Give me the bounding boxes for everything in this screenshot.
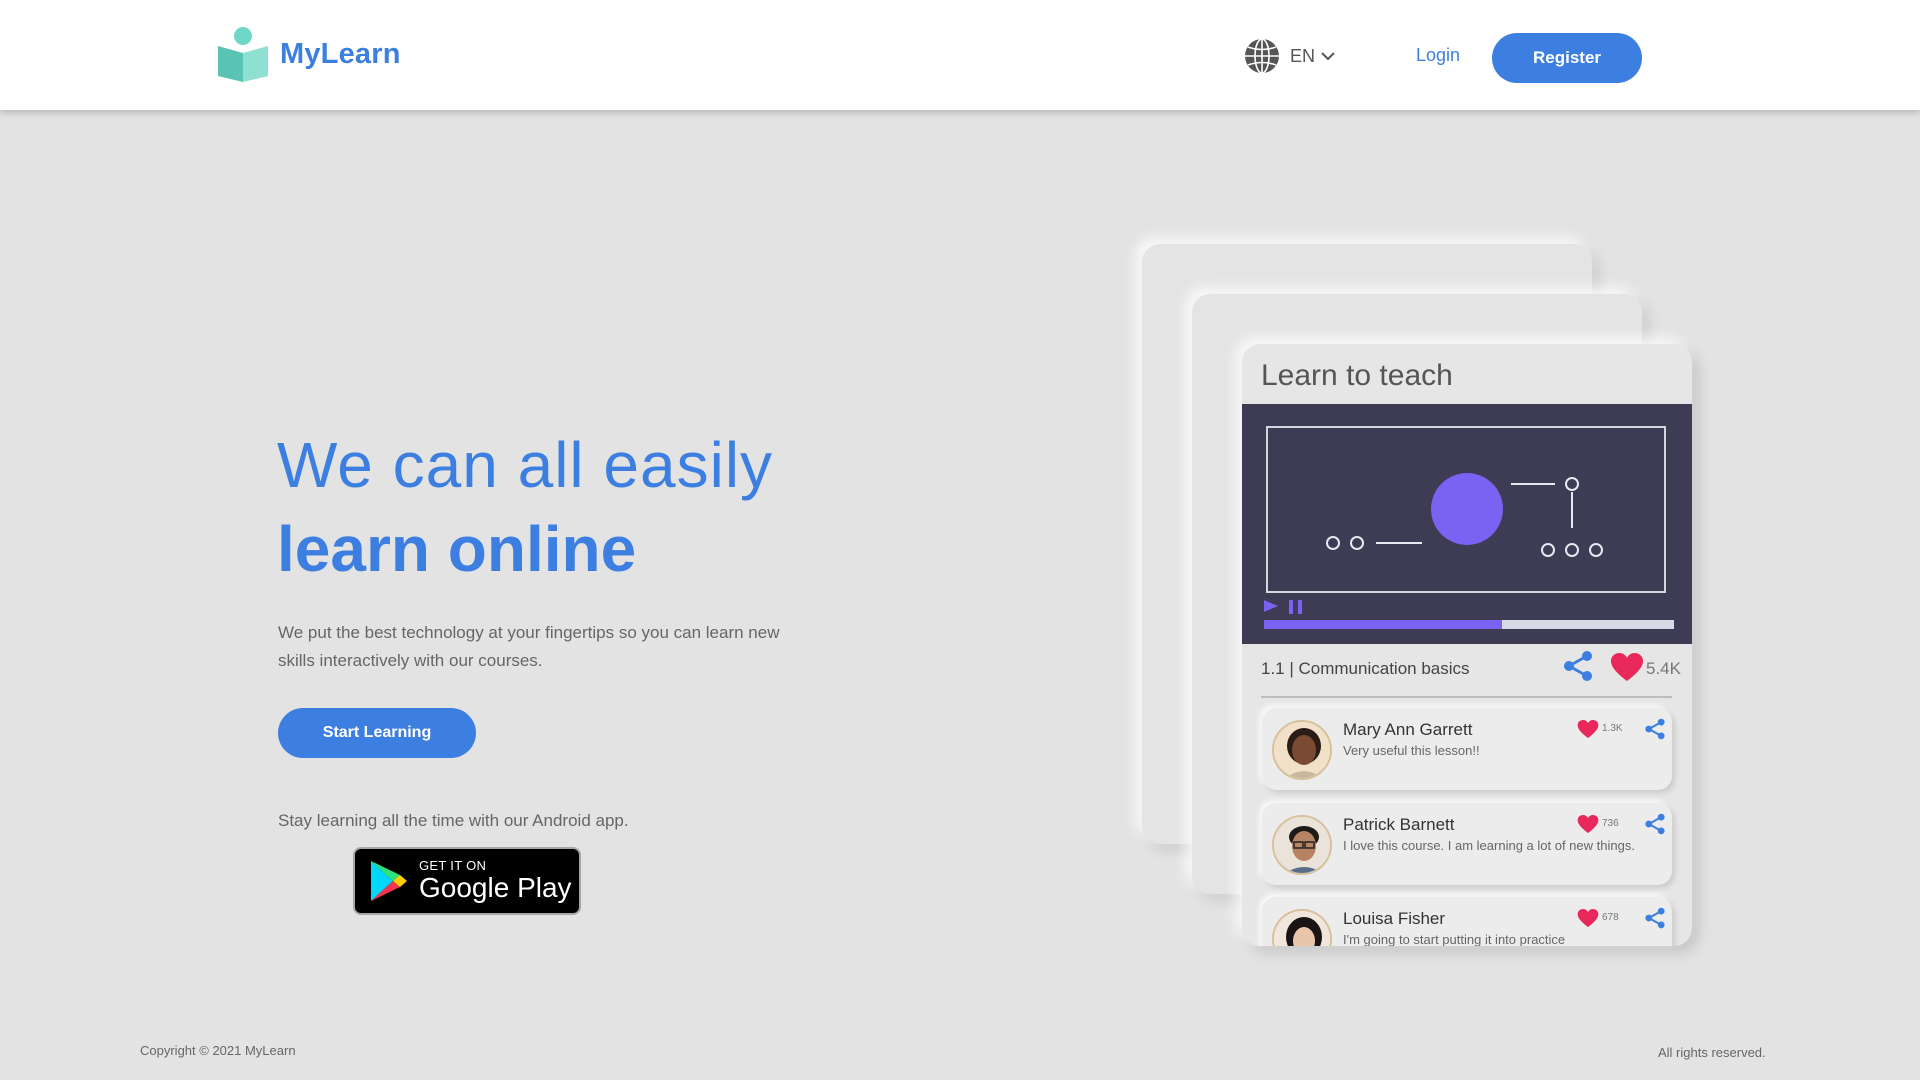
globe-icon: [1245, 38, 1279, 74]
book-person-icon: [218, 27, 268, 82]
comment-card: Patrick Barnett I love this course. I am…: [1262, 803, 1672, 885]
avatar: [1272, 815, 1332, 875]
avatar: [1272, 720, 1332, 780]
video-dot: [1431, 473, 1503, 545]
comment-card: Louisa Fisher I'm going to start putting…: [1262, 897, 1672, 946]
heart-icon[interactable]: [1610, 652, 1644, 682]
play-icon[interactable]: [1263, 599, 1279, 613]
comment-likes-count: 678: [1602, 912, 1619, 923]
footer-copyright: Copyright © 2021 MyLearn: [140, 1043, 296, 1058]
avatar: [1272, 909, 1332, 946]
comment-card: Mary Ann Garrett Very useful this lesson…: [1262, 708, 1672, 790]
top-navbar: MyLearn EN Login Register: [0, 0, 1920, 110]
comment-text: I'm going to start putting it into pract…: [1343, 932, 1566, 947]
video-progress-track[interactable]: [1264, 620, 1674, 629]
comment-author: Patrick Barnett: [1343, 815, 1455, 834]
comment-likes-count: 1.3K: [1602, 723, 1623, 734]
brand-logo[interactable]: MyLearn: [216, 26, 401, 82]
heart-icon[interactable]: [1577, 908, 1599, 928]
share-icon[interactable]: [1562, 650, 1594, 682]
share-icon[interactable]: [1644, 718, 1666, 740]
hero-description: We put the best technology at your finge…: [278, 623, 780, 670]
course-title: Learn to teach: [1261, 359, 1453, 392]
hero-title-line2: learn online: [277, 513, 637, 585]
android-app-text: Stay learning all the time with our Andr…: [278, 811, 629, 830]
store-big-text: Google Play: [419, 872, 572, 903]
login-link[interactable]: Login: [1416, 45, 1460, 66]
video-progress-fill: [1264, 620, 1502, 629]
hero-title-line1: We can all easily: [277, 429, 774, 501]
share-icon[interactable]: [1644, 907, 1666, 929]
chevron-down-icon: [1321, 52, 1335, 61]
brand-name: MyLearn: [280, 37, 401, 70]
share-icon[interactable]: [1644, 813, 1666, 835]
comment-author: Mary Ann Garrett: [1343, 720, 1473, 739]
comment-author: Louisa Fisher: [1343, 909, 1446, 928]
lesson-title: 1.1 | Communication basics: [1261, 659, 1470, 678]
heart-icon[interactable]: [1577, 814, 1599, 834]
language-code: EN: [1290, 45, 1316, 66]
start-learning-button[interactable]: Start Learning: [278, 708, 476, 758]
google-play-badge[interactable]: GET IT ON Google Play: [353, 847, 581, 915]
comment-text: I love this course. I am learning a lot …: [1343, 838, 1635, 853]
comment-likes-count: 736: [1602, 818, 1619, 829]
heart-icon[interactable]: [1577, 719, 1599, 739]
google-play-icon: [371, 861, 407, 901]
comment-text: Very useful this lesson!!: [1343, 743, 1480, 758]
store-small-text: GET IT ON: [419, 858, 487, 873]
video-frame: [1266, 426, 1666, 593]
language-selector[interactable]: EN: [1244, 38, 1335, 74]
divider: [1261, 696, 1672, 698]
lesson-likes-count: 5.4K: [1646, 659, 1681, 678]
pause-icon[interactable]: [1288, 599, 1304, 615]
footer-rights: All rights reserved.: [1658, 1045, 1766, 1060]
register-button[interactable]: Register: [1492, 33, 1642, 83]
course-card: Learn to teach 1.1 | Communication basic…: [1242, 344, 1692, 946]
video-player[interactable]: [1242, 404, 1692, 644]
google-play-text: GET IT ON Google Play: [419, 858, 572, 904]
